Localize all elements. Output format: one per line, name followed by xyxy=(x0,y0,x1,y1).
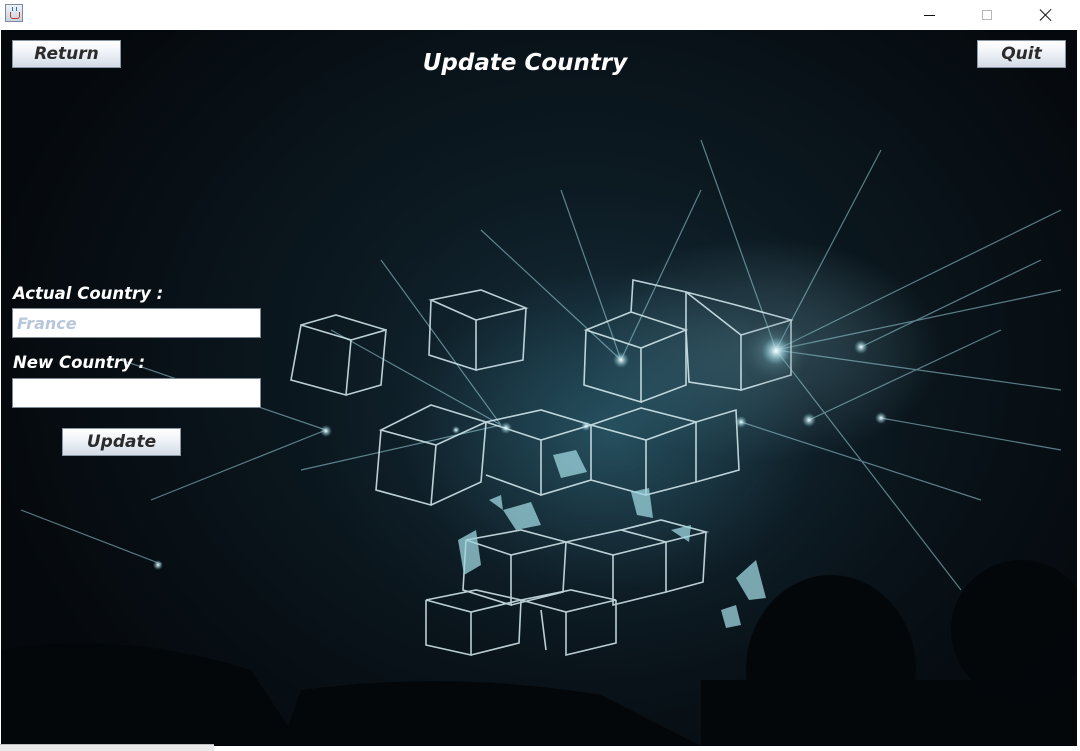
close-button[interactable] xyxy=(1017,0,1075,30)
update-button[interactable]: Update xyxy=(62,428,181,456)
actual-country-field[interactable] xyxy=(12,308,261,338)
quit-button[interactable]: Quit xyxy=(977,40,1066,68)
page-title: Update Country xyxy=(422,50,628,76)
java-cup-icon xyxy=(5,4,23,22)
new-country-field[interactable] xyxy=(12,378,261,408)
content-panel: Return Update Country Quit Actual Countr… xyxy=(1,30,1077,746)
minimize-button[interactable] xyxy=(900,0,958,30)
close-icon xyxy=(1039,8,1053,22)
app-window: Return Update Country Quit Actual Countr… xyxy=(0,0,1080,751)
actual-country-label: Actual Country : xyxy=(13,284,164,303)
return-button[interactable]: Return xyxy=(12,40,121,68)
title-bar xyxy=(0,0,1080,30)
minimize-icon xyxy=(923,14,935,16)
new-country-label: New Country : xyxy=(13,353,146,372)
maximize-button[interactable] xyxy=(958,0,1016,30)
maximize-icon xyxy=(982,10,992,20)
